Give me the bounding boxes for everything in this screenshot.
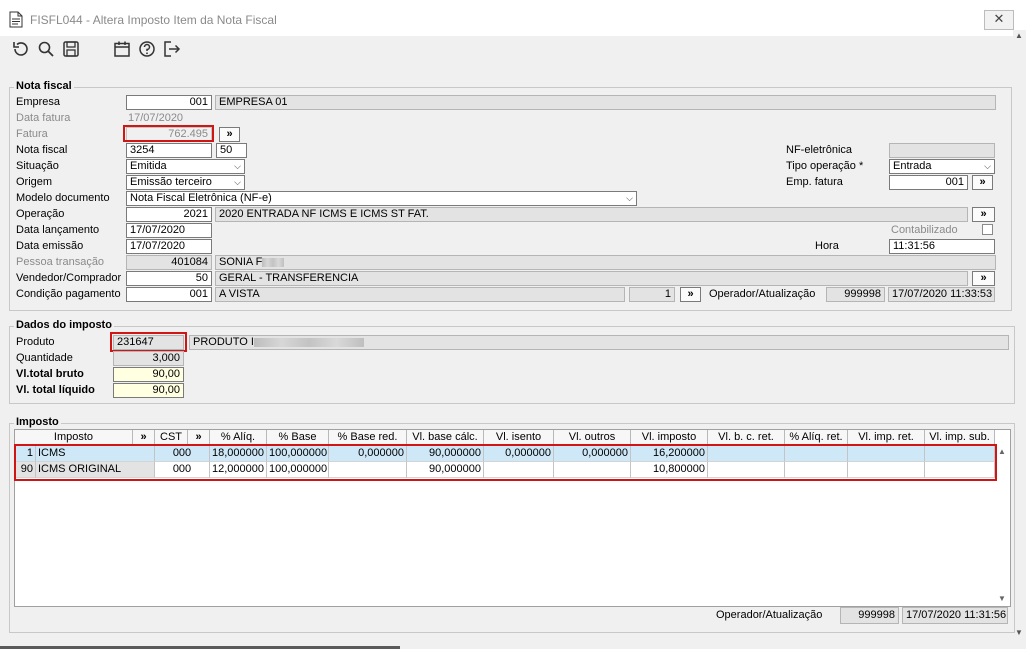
empresa-code-field[interactable]: 001 [126, 95, 212, 110]
data-lancamento-field[interactable]: 17/07/2020 [126, 223, 212, 238]
produto-desc: PRODUTO I [193, 336, 254, 348]
quantidade-label: Quantidade [16, 352, 73, 364]
bottom-operador-datetime: 17/07/2020 11:31:56 [902, 607, 1008, 624]
nota-fiscal-label: Nota fiscal [16, 144, 68, 156]
fatura-label: Fatura [16, 128, 48, 140]
situacao-value: Emitida [130, 160, 167, 172]
chevron-down-icon: ⌵ [234, 177, 241, 187]
contabilizado-label: Contabilizado [891, 224, 958, 236]
save-icon[interactable] [62, 40, 80, 58]
exit-icon[interactable] [163, 40, 181, 58]
chevron-down-icon: ⌵ [984, 161, 991, 171]
hora-label: Hora [815, 240, 839, 252]
origem-select[interactable]: Emissão terceiro ⌵ [126, 175, 245, 190]
redacted-text [253, 337, 364, 347]
nota-fiscal-title: Nota fiscal [14, 80, 74, 92]
data-emissao-label: Data emissão [16, 240, 84, 252]
vendedor-label: Vendedor/Comprador [16, 272, 122, 284]
vl-bruto-field[interactable]: 90,00 [113, 367, 184, 382]
scroll-down-icon[interactable]: ▼ [1015, 628, 1023, 637]
parcelas-lookup-button[interactable]: » [680, 287, 701, 302]
pessoa-name: SONIA F [219, 256, 263, 268]
modelo-select[interactable]: Nota Fiscal Eletrônica (NF-e) ⌵ [126, 191, 637, 206]
tipo-operacao-value: Entrada [893, 160, 932, 172]
data-lancamento-label: Data lançamento [16, 224, 100, 236]
empresa-name-field: EMPRESA 01 [215, 95, 996, 110]
data-fatura-value: 17/07/2020 [128, 112, 184, 124]
vendedor-lookup-button[interactable]: » [972, 271, 995, 286]
produto-desc-field: PRODUTO I [189, 335, 1009, 350]
operador-code-field: 999998 [826, 287, 885, 302]
empresa-label: Empresa [16, 96, 61, 108]
quantidade-field: 3,000 [113, 351, 184, 366]
vl-bruto-label: Vl.total bruto [16, 368, 84, 380]
condicao-label: Condição pagamento [16, 288, 121, 300]
tipo-operacao-select[interactable]: Entrada ⌵ [889, 159, 995, 174]
produto-highlight [110, 332, 187, 352]
pessoa-code-field: 401084 [126, 255, 212, 270]
close-button[interactable]: ✕ [984, 10, 1014, 30]
nfe-label: NF-eletrônica [786, 144, 853, 156]
vl-liquido-field[interactable]: 90,00 [113, 383, 184, 398]
search-icon[interactable] [37, 40, 55, 58]
contabilizado-checkbox[interactable] [982, 224, 993, 235]
imposto-title: Imposto [14, 416, 61, 428]
operacao-desc-field: 2020 ENTRADA NF ICMS E ICMS ST FAT. [215, 207, 968, 222]
emp-fatura-label: Emp. fatura [786, 176, 843, 188]
bottom-operador-code: 999998 [840, 607, 899, 624]
origem-value: Emissão terceiro [130, 176, 212, 188]
emp-fatura-lookup-button[interactable]: » [972, 175, 993, 190]
fatura-highlight [123, 125, 214, 142]
vl-liquido-label: Vl. total líquido [16, 384, 95, 396]
data-emissao-field[interactable]: 17/07/2020 [126, 239, 212, 254]
pessoa-name-field: SONIA F [215, 255, 996, 270]
operador-datetime-field: 17/07/2020 11:33:53 [888, 287, 995, 302]
operacao-label: Operação [16, 208, 65, 220]
operacao-lookup-button[interactable]: » [972, 207, 995, 222]
nfe-field [889, 143, 995, 158]
chevron-down-icon: ⌵ [626, 193, 633, 203]
undo-icon[interactable] [11, 40, 29, 58]
document-icon [9, 11, 23, 28]
condicao-desc-field: A VISTA [215, 287, 625, 302]
grid-scroll-down-icon[interactable]: ▼ [998, 594, 1006, 603]
vendedor-code-field[interactable]: 50 [126, 271, 212, 286]
nota-fiscal-field[interactable]: 3254 [126, 143, 212, 158]
tipo-operacao-label: Tipo operação * [786, 160, 864, 172]
data-fatura-label: Data fatura [16, 112, 71, 124]
dados-imposto-title: Dados do imposto [14, 319, 114, 331]
fatura-lookup-button[interactable]: » [219, 127, 240, 142]
hora-field[interactable]: 11:31:56 [889, 239, 995, 254]
modelo-label: Modelo documento [16, 192, 110, 204]
produto-label: Produto [16, 336, 55, 348]
condicao-code-field[interactable]: 001 [126, 287, 212, 302]
emp-fatura-field[interactable]: 001 [889, 175, 968, 190]
scroll-up-icon[interactable]: ▲ [1015, 31, 1023, 40]
modelo-value: Nota Fiscal Eletrônica (NF-e) [130, 192, 272, 204]
vendedor-name-field: GERAL - TRANSFERENCIA [215, 271, 968, 286]
redacted-text [262, 257, 285, 267]
operador-label: Operador/Atualização [709, 288, 816, 300]
origem-label: Origem [16, 176, 53, 188]
pessoa-label: Pessoa transação [16, 256, 105, 268]
grid-scroll-up-icon[interactable]: ▲ [998, 447, 1006, 456]
situacao-select[interactable]: Emitida ⌵ [126, 159, 245, 174]
grid-scrollbar[interactable] [997, 446, 1008, 604]
operacao-code-field[interactable]: 2021 [126, 207, 212, 222]
serie-field[interactable]: 50 [216, 143, 247, 158]
parcelas-field: 1 [629, 287, 675, 302]
help-icon[interactable] [138, 40, 156, 58]
situacao-label: Situação [16, 160, 59, 172]
calendar-icon[interactable] [113, 40, 131, 58]
rows-highlight [14, 444, 997, 481]
bottom-operador-label: Operador/Atualização [716, 609, 823, 621]
chevron-down-icon: ⌵ [234, 161, 241, 171]
window-title: FISFL044 - Altera Imposto Item da Nota F… [30, 13, 277, 27]
